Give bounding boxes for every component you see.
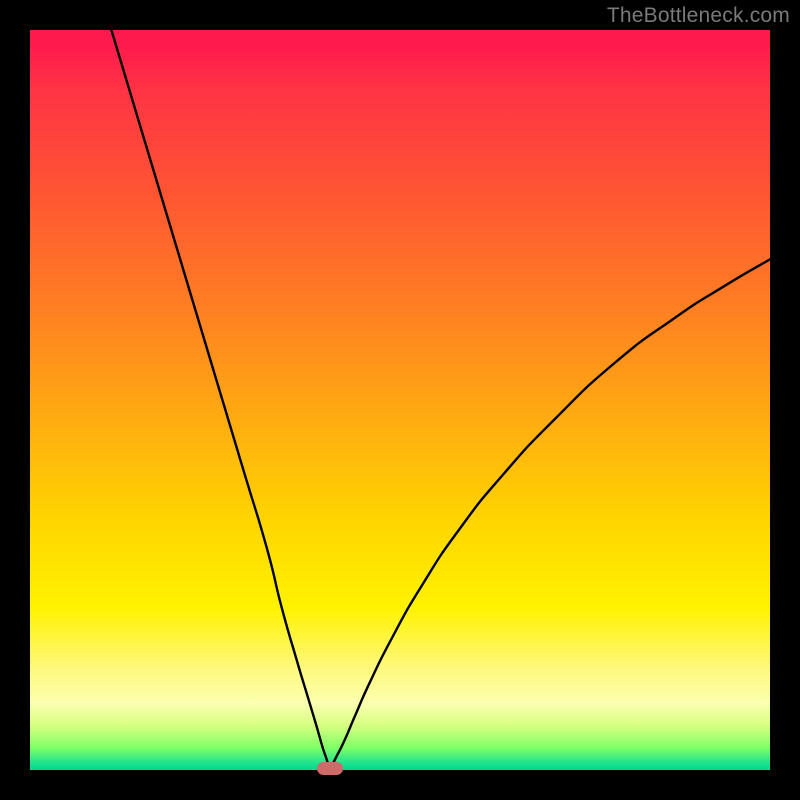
chart-frame: TheBottleneck.com [0,0,800,800]
curve-right-branch [330,259,770,770]
curve-left-branch [111,30,329,770]
watermark-text: TheBottleneck.com [607,4,790,28]
curve-svg [30,30,770,770]
plot-area [30,30,770,770]
minimum-marker [317,762,343,775]
